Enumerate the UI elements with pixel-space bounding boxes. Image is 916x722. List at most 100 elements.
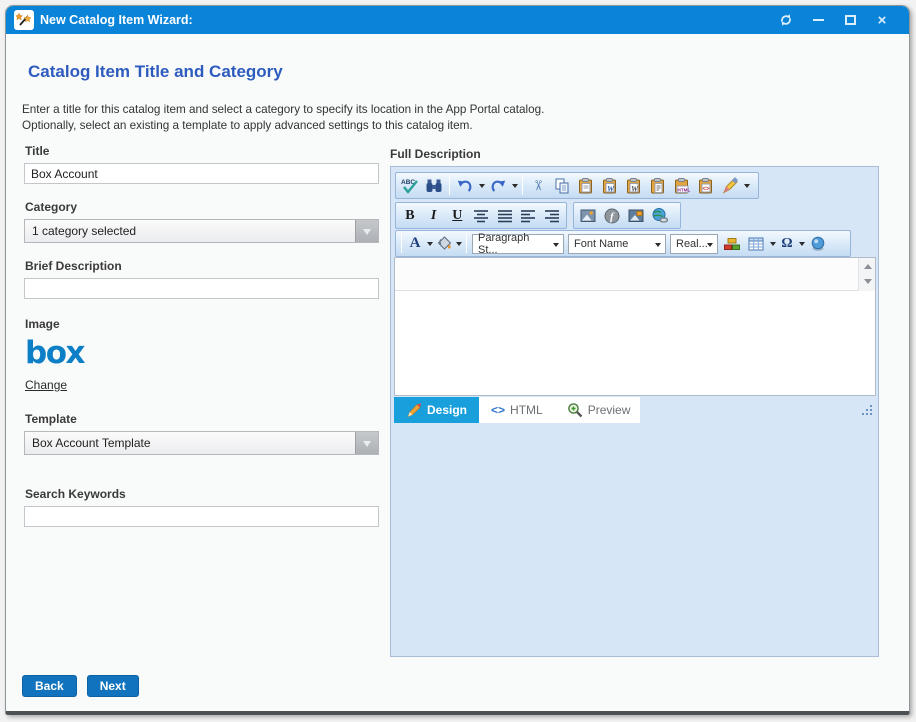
- full-description-label: Full Description: [390, 147, 481, 161]
- paste-from-word-no-font-button[interactable]: W: [622, 174, 646, 197]
- wizard-app-icon: [14, 10, 34, 30]
- image-manager-icon: [579, 207, 597, 225]
- spellcheck-button[interactable]: ABC: [398, 174, 422, 197]
- flash-manager-icon: f: [603, 207, 621, 225]
- left-form-column: Title Category 1 category selected Brief…: [24, 144, 379, 527]
- scroll-down-button[interactable]: [859, 274, 876, 290]
- paste-plain-text-button[interactable]: [646, 174, 670, 197]
- editor-resize-grip[interactable]: [861, 403, 873, 421]
- toolbar-separator: [522, 176, 523, 195]
- template-dropdown-arrow-icon[interactable]: [355, 432, 378, 454]
- insert-snippet-button[interactable]: [720, 232, 744, 255]
- align-center-button[interactable]: [469, 204, 493, 227]
- paste-from-word-button[interactable]: W: [598, 174, 622, 197]
- editor-toolbar-row-2b: f: [573, 202, 681, 229]
- paste-html-button[interactable]: <>: [694, 174, 718, 197]
- paste-plain-text-icon: [649, 177, 667, 195]
- insert-symbol-dropdown-caret[interactable]: [797, 232, 806, 255]
- background-color-button[interactable]: [434, 232, 454, 255]
- cut-icon: ✂: [529, 180, 546, 192]
- undo-button[interactable]: [453, 174, 477, 197]
- flash-manager-button[interactable]: f: [600, 204, 624, 227]
- editor-mode-tabstrip: Design <> HTML Preview: [394, 397, 640, 423]
- insert-snippet-icon: [723, 235, 741, 253]
- insert-table-button[interactable]: [744, 232, 768, 255]
- template-value: Box Account Template: [25, 432, 378, 454]
- align-left-button[interactable]: [517, 204, 541, 227]
- align-right-button[interactable]: [540, 204, 564, 227]
- media-manager-button[interactable]: [624, 204, 648, 227]
- undo-icon: [456, 177, 474, 195]
- category-label: Category: [25, 200, 379, 214]
- editor-toolbar-row-3: A Paragraph St... Font Name Real...: [395, 230, 851, 257]
- close-button[interactable]: ×: [873, 11, 891, 29]
- find-button[interactable]: [422, 174, 446, 197]
- hyperlink-manager-button[interactable]: [648, 204, 672, 227]
- redo-dropdown-caret[interactable]: [510, 174, 519, 197]
- foreground-color-button[interactable]: A: [405, 232, 425, 255]
- find-icon: [425, 177, 443, 195]
- paragraph-style-value: Paragraph St...: [478, 232, 549, 256]
- insert-symbol-button[interactable]: Ω: [777, 232, 797, 255]
- media-manager-icon: [627, 207, 645, 225]
- tab-design[interactable]: Design: [394, 397, 479, 423]
- category-value: 1 category selected: [25, 220, 378, 242]
- font-name-dropdown[interactable]: Font Name: [568, 234, 666, 254]
- insert-table-dropdown-caret[interactable]: [768, 232, 777, 255]
- close-icon: ×: [878, 13, 887, 28]
- format-stripper-button[interactable]: [718, 174, 742, 197]
- undo-dropdown-caret[interactable]: [477, 174, 486, 197]
- svg-text:W: W: [631, 184, 639, 193]
- category-dropdown-arrow-icon[interactable]: [355, 220, 378, 242]
- brief-description-input[interactable]: [24, 278, 379, 299]
- font-size-dropdown[interactable]: Real...: [670, 234, 718, 254]
- change-image-link[interactable]: Change: [25, 378, 67, 392]
- rich-text-editor: ABC: [390, 166, 879, 657]
- paste-html-icon: <>: [697, 177, 715, 195]
- refresh-button[interactable]: [777, 11, 795, 29]
- maximize-icon: [845, 15, 856, 25]
- editor-scrollbar[interactable]: [858, 258, 875, 291]
- tab-html-label: HTML: [510, 403, 543, 417]
- back-button[interactable]: Back: [22, 675, 77, 697]
- bold-icon: B: [405, 208, 414, 224]
- paste-as-html-button[interactable]: HTML: [670, 174, 694, 197]
- underline-icon: U: [452, 208, 462, 224]
- paragraph-style-dropdown[interactable]: Paragraph St...: [472, 234, 564, 254]
- paste-button[interactable]: [574, 174, 598, 197]
- scroll-up-icon: [864, 260, 872, 269]
- underline-button[interactable]: U: [445, 204, 469, 227]
- titlebar: New Catalog Item Wizard: ×: [6, 6, 909, 34]
- search-keywords-input[interactable]: [24, 506, 379, 527]
- help-button[interactable]: [806, 232, 830, 255]
- wizard-footer: Back Next: [22, 675, 139, 697]
- bold-button[interactable]: B: [398, 204, 422, 227]
- minimize-button[interactable]: [809, 11, 827, 29]
- cut-button[interactable]: ✂: [526, 174, 550, 197]
- design-pencil-icon: [406, 402, 422, 418]
- italic-button[interactable]: I: [422, 204, 446, 227]
- foreground-color-dropdown-caret[interactable]: [425, 232, 434, 255]
- svg-text:W: W: [607, 184, 615, 193]
- redo-button[interactable]: [486, 174, 510, 197]
- background-color-dropdown-caret[interactable]: [454, 232, 463, 255]
- template-label: Template: [25, 412, 379, 426]
- redo-icon: [489, 177, 507, 195]
- next-button[interactable]: Next: [87, 675, 139, 697]
- scroll-up-button[interactable]: [859, 258, 876, 274]
- tab-preview-label: Preview: [588, 403, 631, 417]
- tab-preview[interactable]: Preview: [555, 397, 643, 423]
- editor-content-area[interactable]: [394, 257, 876, 396]
- justify-button[interactable]: [493, 204, 517, 227]
- format-stripper-dropdown-caret[interactable]: [742, 174, 751, 197]
- help-icon: [809, 235, 827, 253]
- template-dropdown[interactable]: Box Account Template: [24, 431, 379, 455]
- category-dropdown[interactable]: 1 category selected: [24, 219, 379, 243]
- tab-html[interactable]: <> HTML: [479, 397, 555, 423]
- copy-button[interactable]: [550, 174, 574, 197]
- editor-first-line[interactable]: [395, 258, 875, 291]
- refresh-icon: [779, 13, 793, 27]
- title-input[interactable]: [24, 163, 379, 184]
- maximize-button[interactable]: [841, 11, 859, 29]
- image-manager-button[interactable]: [576, 204, 600, 227]
